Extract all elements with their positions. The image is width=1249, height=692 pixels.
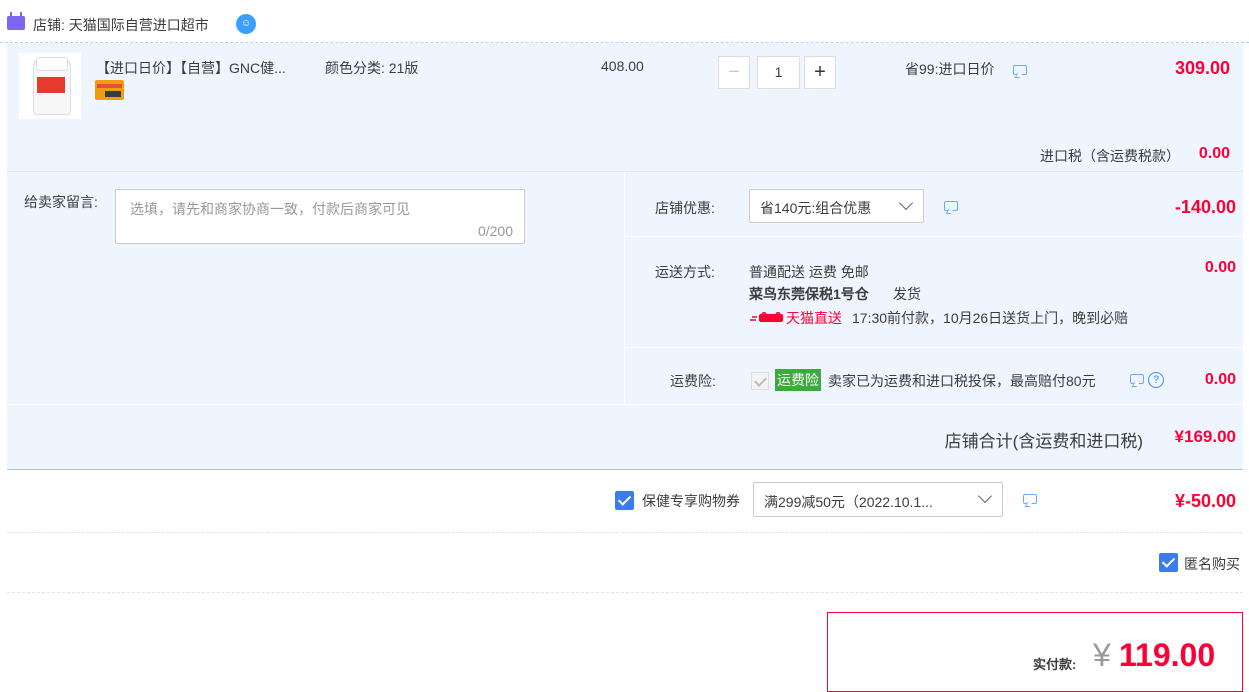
- bottle-cap-icon: [36, 57, 68, 71]
- product-thumbnail[interactable]: [19, 53, 81, 119]
- quantity-increase-button[interactable]: +: [804, 56, 836, 89]
- shipping-send: 发货: [893, 286, 921, 302]
- insurance-value: 0.00: [1204, 371, 1236, 388]
- shop-coupon-selected: 省140元:组合优惠: [760, 200, 872, 216]
- shop-name[interactable]: 店铺: 天猫国际自营进口超市: [33, 15, 209, 35]
- bottle-label-icon: [37, 77, 65, 93]
- voucher-selected: 满299减50元（2022.10.1...: [764, 494, 933, 510]
- seller-message-input[interactable]: 选填，请先和商家协商一致，付款后商家可见 0/200: [115, 189, 525, 244]
- tmall-cat-icon: [7, 12, 25, 30]
- currency-symbol: ¥: [1093, 637, 1111, 673]
- voucher-checkbox[interactable]: [615, 491, 634, 510]
- shop-coupon-value: -140.00: [1174, 197, 1236, 217]
- coupon-message-icon[interactable]: [944, 201, 958, 211]
- delivery-time-note: 17:30前付款，10月26日送货上门，晚到必赔: [852, 310, 1129, 326]
- item-promo: 省99:进口日价: [905, 61, 995, 77]
- insurance-label: 运费险:: [670, 373, 716, 389]
- credit-card-icon: [95, 80, 124, 100]
- import-tax-value: 0.00: [1198, 145, 1230, 162]
- help-icon[interactable]: ?: [1148, 372, 1164, 388]
- item-total: 309.00: [1174, 58, 1230, 78]
- chevron-down-icon: [898, 195, 914, 211]
- message-placeholder: 选填，请先和商家协商一致，付款后商家可见: [130, 201, 410, 217]
- promo-message-icon[interactable]: [1013, 65, 1027, 75]
- shop-subtotal-label: 店铺合计(含运费和进口税): [944, 432, 1143, 451]
- anonymous-row: [7, 533, 1243, 593]
- quantity-input[interactable]: 1: [757, 56, 800, 89]
- tmall-express-logo-icon: [750, 312, 783, 322]
- insurance-checkbox: [751, 372, 769, 390]
- message-label: 给卖家留言:: [24, 194, 98, 210]
- voucher-message-icon[interactable]: [1023, 494, 1037, 504]
- shop-coupon-label: 店铺优惠:: [655, 200, 715, 216]
- divider: [625, 347, 1243, 348]
- tmall-express-label: 天猫直送: [786, 310, 842, 326]
- anonymous-label[interactable]: 匿名购买: [1184, 554, 1240, 574]
- chevron-down-icon: [977, 488, 993, 504]
- order-item-row: 【进口日价】【自营】GNC健... 颜色分类: 21版 408.00 − 1 +…: [7, 43, 1243, 172]
- import-tax-label: 进口税（含运费税款）: [1040, 148, 1180, 164]
- order-options-pane: [625, 172, 1243, 404]
- message-char-count: 0/200: [477, 223, 513, 239]
- voucher-select[interactable]: 满299减50元（2022.10.1...: [753, 482, 1003, 517]
- insurance-message-icon[interactable]: [1130, 374, 1144, 384]
- shop-subtotal-value: ¥169.00: [1174, 427, 1236, 446]
- shipping-method: 普通配送 运费 免邮: [749, 264, 869, 280]
- payment-amount: 119.00: [1119, 637, 1216, 673]
- wangwang-chat-icon[interactable]: ☺: [236, 14, 256, 34]
- product-title[interactable]: 【进口日价】【自营】GNC健...: [96, 58, 286, 78]
- anonymous-checkbox[interactable]: [1159, 553, 1178, 572]
- insurance-tag: 运费险: [775, 369, 821, 391]
- payment-label: 实付款:: [1033, 657, 1077, 672]
- shipping-warehouse: 菜鸟东莞保税1号仓: [749, 286, 869, 302]
- shop-coupon-select[interactable]: 省140元:组合优惠: [749, 189, 924, 223]
- product-spec: 颜色分类: 21版: [325, 60, 419, 76]
- voucher-value: ¥-50.00: [1174, 491, 1236, 511]
- insurance-description: 卖家已为运费和进口税投保，最高赔付80元: [828, 373, 1096, 389]
- divider: [625, 236, 1243, 237]
- shipping-label: 运送方式:: [655, 264, 715, 280]
- quantity-decrease-button[interactable]: −: [718, 56, 750, 89]
- shipping-fee-value: 0.00: [1204, 259, 1236, 276]
- unit-price: 408.00: [601, 58, 644, 74]
- voucher-label[interactable]: 保健专享购物券: [642, 491, 740, 511]
